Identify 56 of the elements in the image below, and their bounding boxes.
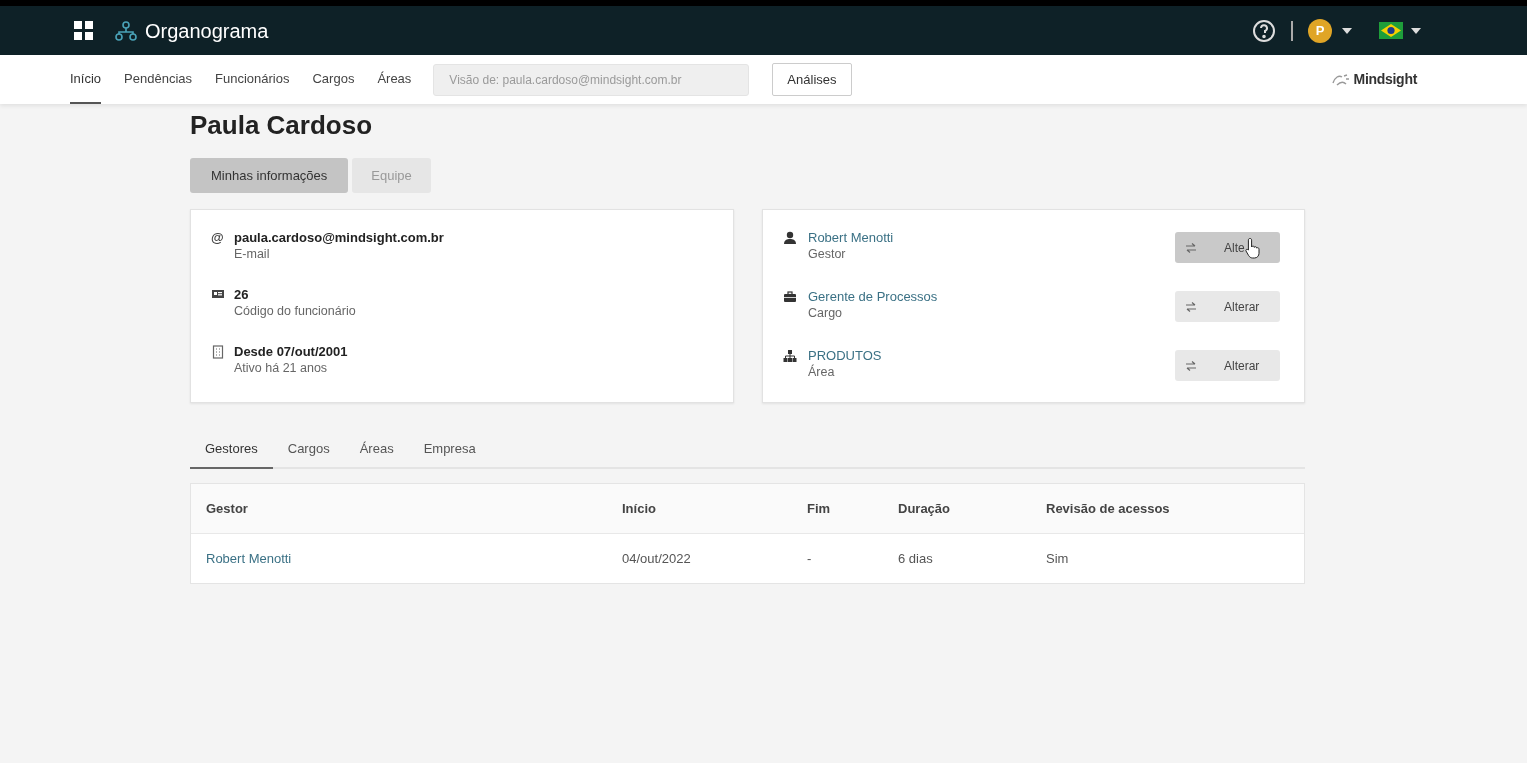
history-tab[interactable]: Cargos [272, 431, 345, 469]
table-cell-text: Sim [1046, 549, 1069, 568]
manager-link[interactable]: Robert Menotti [206, 548, 292, 569]
column-header: Revisão de acessos [1046, 499, 1170, 518]
info-caption: Cargo [808, 305, 844, 322]
briefcase-icon [783, 290, 797, 304]
swap-arrows-icon [1185, 301, 1197, 312]
column-header: Início [622, 499, 656, 518]
building-icon [211, 345, 225, 359]
column-header: Gestor [206, 499, 248, 518]
nav-tab[interactable]: Áreas [377, 55, 412, 104]
info-caption: Código do funcionário [234, 303, 356, 320]
info-caption: Ativo há 21 anos [234, 360, 329, 377]
info-value: paula.cardoso@mindsight.com.br [234, 229, 444, 246]
nav-tab[interactable]: Pendências [124, 55, 193, 104]
column-header: Duração [898, 499, 951, 518]
at-icon: @ [211, 229, 225, 263]
history-tab[interactable]: Gestores [190, 431, 273, 469]
view-field[interactable]: Visão de: paula.cardoso@mindsight.com.br [433, 63, 750, 96]
info-caption: Gestor [808, 246, 847, 263]
nav-tab[interactable]: Funcionários [215, 55, 290, 104]
caret-icon[interactable] [1411, 27, 1421, 34]
change-button[interactable]: Alterar [1175, 350, 1280, 381]
link-value[interactable]: PRODUTOS [808, 347, 882, 364]
table-cell-text: 04/out/2022 [622, 549, 691, 568]
app-title: Organograma [145, 18, 269, 44]
person-icon [783, 231, 797, 245]
profile-name: Paula Cardoso [190, 109, 374, 142]
info-caption: Área [808, 364, 836, 381]
nav-tab[interactable]: Início [70, 55, 102, 104]
swap-arrows-icon [1185, 360, 1197, 371]
help-icon[interactable] [1252, 18, 1276, 43]
history-tab[interactable]: Áreas [344, 431, 409, 469]
info-value: Desde 07/out/2001 [234, 343, 348, 360]
info-caption: E-mail [234, 246, 271, 263]
history-tab[interactable]: Empresa [408, 431, 491, 469]
change-button[interactable]: Alterar [1175, 291, 1280, 322]
table-cell-text: 6 dias [898, 549, 933, 568]
hierarchy-icon [783, 349, 797, 363]
brand-logo-icon [1330, 72, 1351, 87]
nav-tab[interactable]: Cargos [312, 55, 355, 104]
brand-name: Mindsight [1353, 70, 1417, 89]
link-value[interactable]: Gerente de Processos [808, 288, 938, 305]
swap-arrows-icon [1185, 242, 1197, 253]
table-cell-text: - [807, 549, 812, 568]
caret-icon[interactable] [1342, 27, 1352, 34]
link-value[interactable]: Robert Menotti [808, 229, 894, 246]
hand-cursor-icon [1245, 237, 1261, 259]
apps-grid-icon[interactable] [74, 21, 93, 40]
info-value: 26 [234, 286, 250, 303]
profile-tab[interactable]: Minhas informações [190, 158, 349, 193]
org-chart-icon [115, 20, 137, 41]
flag-icon[interactable] [1379, 22, 1403, 39]
column-header: Fim [807, 499, 831, 518]
analyses-button[interactable]: Análises [772, 63, 852, 96]
change-button[interactable]: Alte [1175, 232, 1280, 263]
